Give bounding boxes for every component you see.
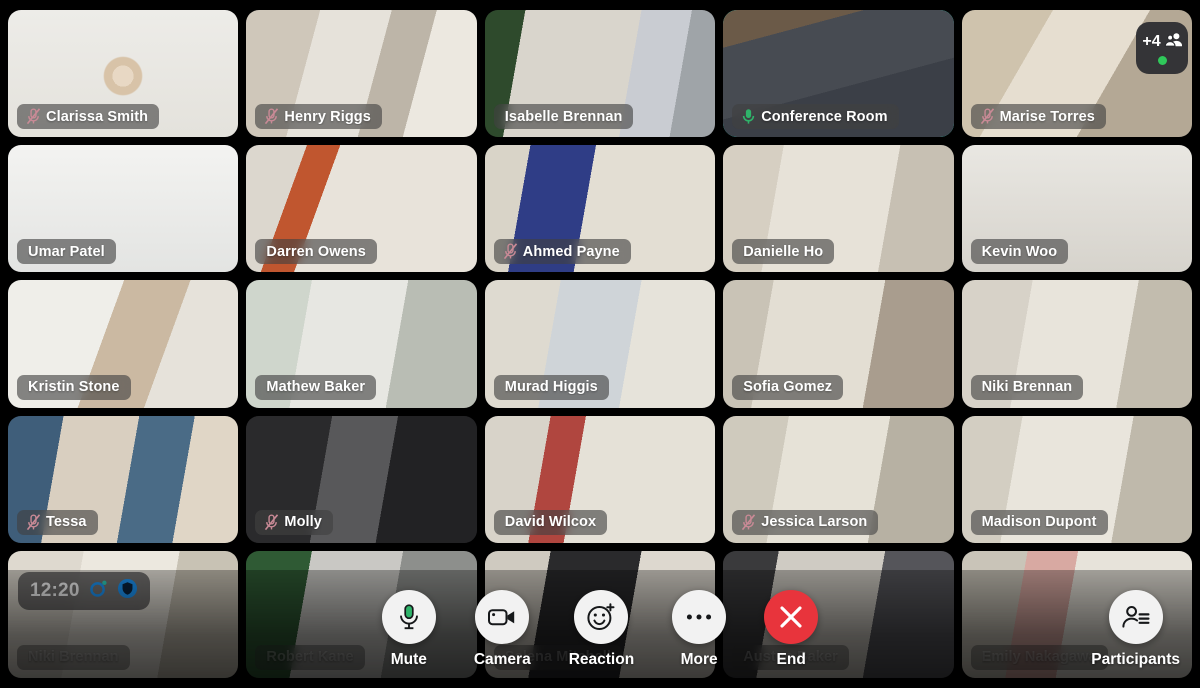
mic-active-icon bbox=[399, 603, 418, 629]
participant-tile[interactable]: Darren Owens bbox=[246, 145, 477, 273]
participant-name: Molly bbox=[284, 514, 322, 531]
participant-name-badge: Henry Riggs bbox=[255, 104, 382, 130]
participant-name: Henry Riggs bbox=[284, 108, 371, 125]
camera-label: Camera bbox=[473, 650, 531, 668]
participant-name-badge: Mathew Baker bbox=[255, 374, 377, 400]
participant-name: Madison Dupont bbox=[981, 514, 1097, 531]
participant-name: Conference Room bbox=[761, 108, 888, 125]
participants-label: Participants bbox=[1091, 650, 1180, 668]
participant-name: Ahmed Payne bbox=[522, 243, 620, 260]
participant-name-badge: Niki Brennan bbox=[970, 374, 1084, 400]
participant-name: Kristin Stone bbox=[28, 379, 120, 396]
participant-tile[interactable]: Tessa bbox=[8, 415, 239, 543]
participant-name-badge: Sofia Gomez bbox=[732, 374, 844, 400]
participant-name: Kevin Woo bbox=[981, 243, 1058, 260]
more-dots-icon bbox=[672, 589, 727, 644]
participant-name: Darren Owens bbox=[266, 243, 366, 260]
mic-muted-icon bbox=[742, 514, 756, 530]
reaction-button[interactable]: Reaction bbox=[568, 589, 635, 669]
participant-name: Danielle Ho bbox=[743, 243, 824, 260]
participant-name: Murad Higgis bbox=[504, 379, 598, 396]
participant-tile[interactable]: David Wilcox bbox=[484, 415, 716, 543]
participant-tile[interactable]: Conference Room bbox=[723, 10, 954, 138]
mic-muted-icon bbox=[26, 108, 41, 125]
participant-tile[interactable]: Kevin Woo bbox=[961, 145, 1192, 273]
participants-list-icon bbox=[1122, 605, 1150, 628]
participant-name-badge: Molly bbox=[255, 509, 333, 535]
end-call-x-icon bbox=[764, 589, 819, 644]
participant-tile[interactable]: Niki Brennan bbox=[961, 280, 1192, 408]
participant-tile[interactable]: Ahmed Payne bbox=[484, 145, 716, 273]
participants-button[interactable]: Participants bbox=[1091, 589, 1180, 669]
participant-name: Niki Brennan bbox=[981, 379, 1073, 396]
mic-muted-icon bbox=[503, 243, 517, 260]
mute-button[interactable]: Mute bbox=[381, 589, 436, 669]
overflow-participants-badge[interactable]: +4 bbox=[1136, 22, 1188, 74]
participant-name-badge: Murad Higgis bbox=[493, 374, 609, 400]
presence-status-dot bbox=[1157, 55, 1167, 65]
mic-muted-icon bbox=[265, 514, 279, 530]
participant-name-badge: Darren Owens bbox=[255, 239, 377, 265]
participant-tile[interactable]: Danielle Ho bbox=[723, 145, 954, 273]
mic-muted-icon bbox=[980, 108, 994, 125]
camera-icon bbox=[475, 589, 530, 644]
mic-muted-icon bbox=[265, 108, 279, 125]
participant-name-badge: Conference Room bbox=[732, 104, 899, 130]
overflow-count: +4 bbox=[1142, 32, 1161, 50]
participant-name: Isabelle Brennan bbox=[504, 108, 623, 125]
reaction-smiley-icon bbox=[587, 602, 615, 630]
video-call-screen: Clarissa Smith Henry Riggs Isabelle Brenna… bbox=[0, 0, 1200, 688]
participant-tile[interactable]: Henry Riggs bbox=[246, 10, 477, 138]
more-dots-icon bbox=[687, 614, 712, 619]
participant-name-badge: Kristin Stone bbox=[17, 374, 131, 400]
participant-name: Clarissa Smith bbox=[46, 108, 149, 125]
participants-list-icon bbox=[1108, 589, 1163, 644]
participant-tile[interactable]: Sofia Gomez bbox=[723, 280, 954, 408]
participant-name: David Wilcox bbox=[504, 514, 597, 531]
participant-name: Umar Patel bbox=[28, 243, 105, 260]
end-call-x-icon bbox=[780, 605, 802, 628]
participant-name: Jessica Larson bbox=[761, 514, 868, 531]
participant-name-badge: Madison Dupont bbox=[970, 509, 1108, 535]
participant-tile[interactable]: Molly bbox=[246, 415, 477, 543]
reaction-smiley-icon bbox=[574, 589, 629, 644]
participant-name: Sofia Gomez bbox=[743, 379, 833, 396]
camera-button[interactable]: Camera bbox=[473, 589, 531, 669]
participant-name-badge: Kevin Woo bbox=[970, 239, 1069, 265]
reaction-label: Reaction bbox=[568, 650, 635, 668]
participant-name-badge: Umar Patel bbox=[17, 239, 116, 265]
participant-tile[interactable]: Clarissa Smith bbox=[8, 10, 239, 138]
participant-tile[interactable]: Umar Patel bbox=[8, 145, 239, 273]
participant-name-badge: David Wilcox bbox=[493, 509, 608, 535]
call-control-bar: Mute Camera Reaction More End Participants bbox=[0, 570, 1200, 688]
participant-tile[interactable]: Madison Dupont bbox=[961, 415, 1192, 543]
participant-name-badge: Jessica Larson bbox=[732, 509, 879, 535]
mic-active-icon bbox=[743, 109, 755, 124]
participant-name-badge: Ahmed Payne bbox=[493, 239, 631, 265]
people-icon bbox=[1164, 32, 1182, 52]
overflow-badge-row: +4 bbox=[1142, 32, 1182, 52]
participant-name-badge: Marise Torres bbox=[970, 104, 1106, 130]
more-button[interactable]: More bbox=[672, 589, 727, 669]
more-label: More bbox=[680, 650, 718, 668]
end-label: End bbox=[776, 650, 806, 668]
participant-name-badge: Clarissa Smith bbox=[17, 104, 160, 130]
participant-name: Marise Torres bbox=[999, 108, 1095, 125]
mute-label: Mute bbox=[390, 650, 427, 668]
camera-icon bbox=[488, 608, 515, 625]
participant-tile[interactable]: Isabelle Brennan bbox=[484, 10, 716, 138]
participant-tile[interactable]: Mathew Baker bbox=[246, 280, 477, 408]
participant-tile[interactable]: Murad Higgis bbox=[484, 280, 716, 408]
participant-name: Mathew Baker bbox=[266, 379, 366, 396]
participant-tile[interactable]: Kristin Stone bbox=[8, 280, 239, 408]
participant-name: Tessa bbox=[46, 514, 87, 531]
participant-name-badge: Danielle Ho bbox=[732, 239, 835, 265]
mic-active-icon bbox=[381, 589, 436, 644]
participant-tile[interactable]: Jessica Larson bbox=[723, 415, 954, 543]
participant-name-badge: Isabelle Brennan bbox=[493, 104, 634, 130]
end-button[interactable]: End bbox=[764, 589, 819, 669]
mic-muted-icon bbox=[26, 514, 41, 530]
participant-name-badge: Tessa bbox=[17, 509, 98, 535]
